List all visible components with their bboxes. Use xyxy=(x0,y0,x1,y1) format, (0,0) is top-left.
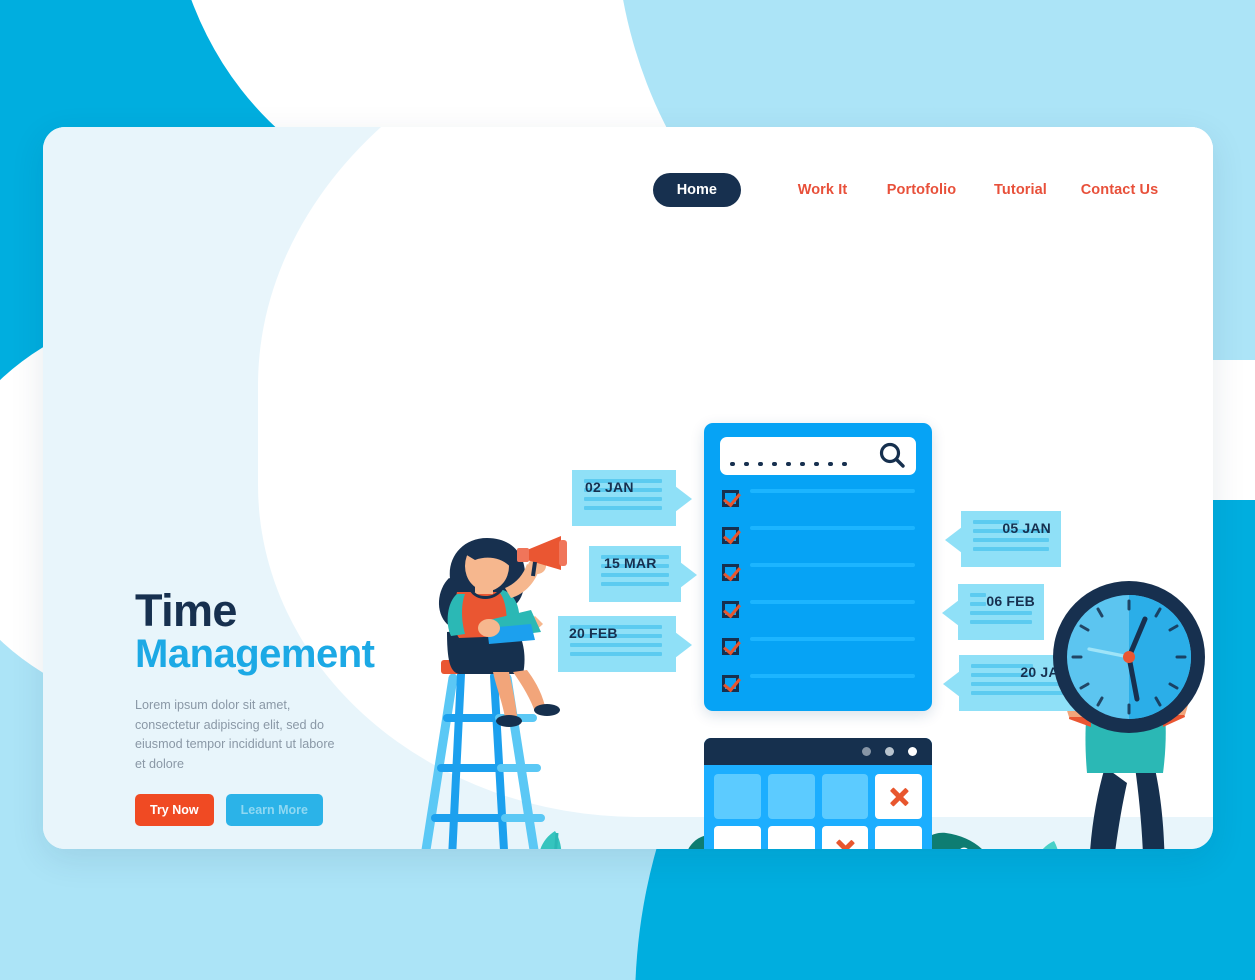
checklist-item-text xyxy=(750,526,915,530)
nav-item-work-it-wrap: Work It xyxy=(773,181,872,199)
checklist-item-text xyxy=(750,674,915,678)
checklist-item[interactable] xyxy=(722,600,915,618)
window-dot-3[interactable] xyxy=(908,747,917,756)
note-card-20-feb[interactable]: 20 FEB xyxy=(558,616,692,672)
checkbox-checked-icon[interactable] xyxy=(722,638,739,655)
note-card-06-feb[interactable]: 06 FEB xyxy=(942,584,1044,640)
checklist-item-text xyxy=(750,563,915,567)
landing-card: Home Work It Portofolio Tutorial Contact… xyxy=(43,127,1213,849)
checklist-item-text xyxy=(750,489,915,493)
calendar-cell[interactable] xyxy=(714,774,761,819)
note-card-body: 20 FEB xyxy=(558,616,692,672)
calendar-widget xyxy=(704,738,932,849)
analog-wall-clock xyxy=(1049,577,1209,737)
learn-more-button[interactable]: Learn More xyxy=(225,794,324,827)
window-dot-2[interactable] xyxy=(885,747,894,756)
note-label: 06 FEB xyxy=(986,593,1035,609)
checkbox-checked-icon[interactable] xyxy=(722,675,739,692)
nav-item-home-wrap: Home xyxy=(652,173,741,207)
search-placeholder-dots xyxy=(730,461,847,466)
page-title-line2: Management xyxy=(135,632,375,677)
note-label: 15 MAR xyxy=(604,555,657,571)
note-card-body: 05 JAN xyxy=(945,511,1061,567)
note-card-05-jan[interactable]: 05 JAN xyxy=(945,511,1061,567)
calendar-cell[interactable] xyxy=(821,826,869,850)
page-root: Home Work It Portofolio Tutorial Contact… xyxy=(0,0,1255,980)
x-mark-icon xyxy=(834,838,856,850)
checklist-item-text xyxy=(750,600,915,604)
nav-item-contact-us[interactable]: Contact Us xyxy=(1081,182,1159,198)
note-label: 02 JAN xyxy=(585,479,634,495)
nav-item-tutorial-wrap: Tutorial xyxy=(971,181,1070,199)
nav-item-tutorial[interactable]: Tutorial xyxy=(994,182,1047,198)
calendar-cell[interactable] xyxy=(714,826,761,849)
calendar-cell[interactable] xyxy=(767,774,815,819)
calendar-window-bar xyxy=(704,738,932,765)
note-label: 20 FEB xyxy=(569,625,618,641)
note-card-15-mar[interactable]: 15 MAR xyxy=(589,546,697,602)
nav-item-portofolio[interactable]: Portofolio xyxy=(887,182,956,198)
calendar-cell[interactable] xyxy=(875,826,922,849)
main-navigation: Home Work It Portofolio Tutorial Contact… xyxy=(43,169,1213,211)
checkbox-checked-icon[interactable] xyxy=(722,564,739,581)
try-now-button[interactable]: Try Now xyxy=(135,794,214,827)
hero-section: Time Management Lorem ipsum dolor sit am… xyxy=(135,585,415,827)
checkbox-checked-icon[interactable] xyxy=(722,490,739,507)
note-card-body: 15 MAR xyxy=(589,546,697,602)
note-card-body: 06 FEB xyxy=(942,584,1044,640)
checklist-item[interactable] xyxy=(722,526,915,544)
page-title-line1: Time xyxy=(135,585,237,636)
calendar-grid xyxy=(704,765,932,849)
nav-item-portofolio-wrap: Portofolio xyxy=(872,181,971,199)
x-mark-icon xyxy=(888,786,910,808)
note-label: 05 JAN xyxy=(1002,520,1051,536)
task-checklist-panel xyxy=(704,423,932,711)
page-title: Time Management xyxy=(135,585,415,677)
window-dot-1[interactable] xyxy=(862,747,871,756)
hero-button-group: Try Now Learn More xyxy=(135,794,415,827)
nav-item-contact-us-wrap: Contact Us xyxy=(1070,181,1169,199)
note-card-02-jan[interactable]: 02 JAN xyxy=(572,470,692,526)
checklist-item[interactable] xyxy=(722,563,915,581)
note-card-body: 02 JAN xyxy=(572,470,692,526)
checklist-item[interactable] xyxy=(722,674,915,692)
hero-description: Lorem ipsum dolor sit amet, consectetur … xyxy=(135,698,335,771)
calendar-cell[interactable] xyxy=(767,826,815,849)
calendar-cell[interactable] xyxy=(821,774,869,819)
search-icon[interactable] xyxy=(877,441,907,471)
calendar-cell[interactable] xyxy=(875,774,922,819)
nav-item-work-it[interactable]: Work It xyxy=(798,182,848,198)
search-input[interactable] xyxy=(720,437,916,475)
checkbox-checked-icon[interactable] xyxy=(722,601,739,618)
nav-item-home[interactable]: Home xyxy=(652,173,741,207)
checklist-item[interactable] xyxy=(722,489,915,507)
checkbox-checked-icon[interactable] xyxy=(722,527,739,544)
checklist-item-text xyxy=(750,637,915,641)
checklist-item[interactable] xyxy=(722,637,915,655)
